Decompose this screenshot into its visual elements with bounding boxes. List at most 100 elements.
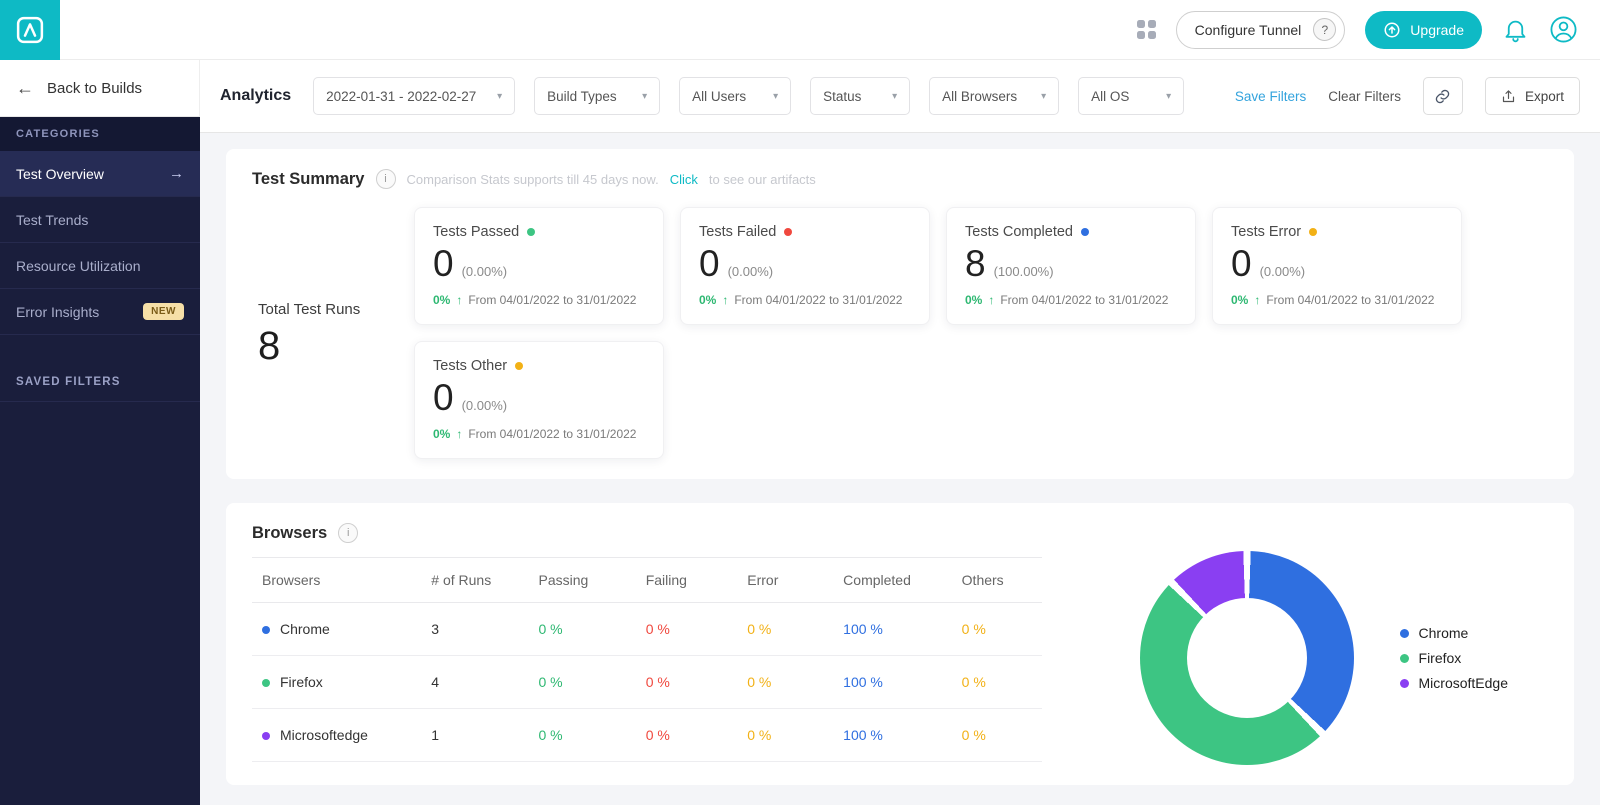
browsers-header: Browsers i — [252, 523, 1548, 543]
stat-value: 0 — [1231, 245, 1252, 284]
stat-card-label: Tests Other — [433, 358, 507, 374]
test-summary-card: Test Summary i Comparison Stats supports… — [226, 149, 1574, 479]
stat-footer: 0%↑From 04/01/2022 to 31/01/2022 — [433, 427, 645, 441]
topbar-actions: Configure Tunnel ? Upgrade — [1137, 11, 1600, 49]
users-filter[interactable]: All Users▾ — [679, 77, 791, 115]
stat-footer: 0%↑From 04/01/2022 to 31/01/2022 — [699, 293, 911, 307]
legend-dot — [1400, 679, 1409, 688]
delta-value: 0% — [433, 427, 450, 441]
chevron-down-icon: ▾ — [497, 91, 502, 102]
sidebar-item-label: Error Insights — [16, 304, 99, 320]
page-title: Analytics — [220, 87, 291, 105]
lambdatest-logo[interactable] — [0, 0, 60, 60]
cell-completed: 100 % — [833, 656, 952, 709]
info-icon[interactable]: i — [338, 523, 358, 543]
apps-grid-icon[interactable] — [1137, 20, 1156, 39]
date-range-text: From 04/01/2022 to 31/01/2022 — [1000, 293, 1168, 307]
notifications-bell-icon[interactable] — [1502, 16, 1529, 43]
sidebar: ← Back to Builds CATEGORIES Test Overvie… — [0, 60, 200, 805]
arrow-up-icon: ↑ — [722, 293, 728, 307]
os-filter[interactable]: All OS▾ — [1078, 77, 1184, 115]
build-types-filter[interactable]: Build Types ▾ — [534, 77, 660, 115]
date-range-text: From 04/01/2022 to 31/01/2022 — [1266, 293, 1434, 307]
date-range-text: From 04/01/2022 to 31/01/2022 — [734, 293, 902, 307]
delta-value: 0% — [1231, 293, 1248, 307]
stat-cards: Tests Passed0(0.00%)0%↑From 04/01/2022 t… — [414, 207, 1548, 459]
cell-browser: Microsoftedge — [252, 709, 421, 762]
status-dot — [784, 228, 792, 236]
stat-value-row: 8(100.00%) — [965, 245, 1177, 284]
cell-completed: 100 % — [833, 709, 952, 762]
browsers-card: Browsers i Browsers# of RunsPassingFaili… — [226, 503, 1574, 785]
export-button[interactable]: Export — [1485, 77, 1580, 115]
back-to-builds[interactable]: ← Back to Builds — [0, 60, 200, 117]
dropdown-value: Build Types — [547, 89, 617, 104]
browser-name: Firefox — [280, 674, 323, 690]
browsers-table-body: Chrome30 %0 %0 %100 %0 %Firefox40 %0 %0 … — [252, 603, 1042, 762]
cell-error: 0 % — [737, 656, 833, 709]
date-range-text: From 04/01/2022 to 31/01/2022 — [468, 293, 636, 307]
sidebar-item-test-trends[interactable]: Test Trends — [0, 197, 200, 243]
dropdown-value: 2022-01-31 - 2022-02-27 — [326, 89, 476, 104]
legend-item: MicrosoftEdge — [1400, 675, 1508, 691]
arrow-right-icon: → — [169, 165, 184, 182]
info-note-suffix: to see our artifacts — [709, 172, 816, 187]
stat-percent: (0.00%) — [728, 264, 774, 279]
stat-percent: (0.00%) — [1260, 264, 1306, 279]
column-header: Error — [737, 558, 833, 603]
stat-card-tests-completed: Tests Completed8(100.00%)0%↑From 04/01/2… — [946, 207, 1196, 325]
table-header-row: Browsers# of RunsPassingFailingErrorComp… — [252, 558, 1042, 603]
stat-percent: (100.00%) — [994, 264, 1054, 279]
legend-item: Firefox — [1400, 650, 1508, 666]
save-filters-link[interactable]: Save Filters — [1235, 89, 1306, 104]
cell-completed: 100 % — [833, 603, 952, 656]
stat-card-label: Tests Failed — [699, 224, 776, 240]
chevron-down-icon: ▾ — [642, 91, 647, 102]
column-header: # of Runs — [421, 558, 528, 603]
dropdown-value: Status — [823, 89, 861, 104]
browsers-filter[interactable]: All Browsers▾ — [929, 77, 1059, 115]
cell-failing: 0 % — [636, 603, 738, 656]
chevron-down-icon: ▾ — [773, 91, 778, 102]
sidebar-item-error-insights[interactable]: Error InsightsNEW — [0, 289, 200, 335]
sidebar-items: Test Overview→ Test Trends Resource Utiliz… — [0, 151, 200, 335]
filter-dropdowns: 2022-01-31 - 2022-02-27▾Build Types▾All … — [313, 77, 1184, 115]
configure-tunnel-button[interactable]: Configure Tunnel ? — [1176, 11, 1346, 49]
sidebar-item-resource-utilization[interactable]: Resource Utilization — [0, 243, 200, 289]
info-click-link[interactable]: Click — [670, 172, 698, 187]
cell-passing: 0 % — [528, 709, 635, 762]
export-icon — [1501, 89, 1516, 104]
stat-card-label: Tests Error — [1231, 224, 1301, 240]
browser-dot — [262, 679, 270, 687]
cell-others: 0 % — [952, 709, 1042, 762]
chart-legend: ChromeFirefoxMicrosoftEdge — [1400, 625, 1508, 691]
test-summary-body: Total Test Runs 8 Tests Passed0(0.00%)0%… — [252, 207, 1548, 459]
cell-error: 0 % — [737, 603, 833, 656]
sidebar-item-test-overview[interactable]: Test Overview→ — [0, 151, 200, 197]
browser-donut-chart[interactable] — [1140, 551, 1354, 765]
help-icon[interactable]: ? — [1313, 18, 1336, 41]
browser-name: Chrome — [280, 621, 330, 637]
upgrade-button[interactable]: Upgrade — [1365, 11, 1482, 49]
copy-link-button[interactable] — [1423, 77, 1463, 115]
stat-card-tests-passed: Tests Passed0(0.00%)0%↑From 04/01/2022 t… — [414, 207, 664, 325]
status-filter[interactable]: Status▾ — [810, 77, 910, 115]
stat-percent: (0.00%) — [462, 398, 508, 413]
arrow-up-icon: ↑ — [456, 427, 462, 441]
stat-value: 0 — [433, 379, 454, 418]
sidebar-item-label: Test Trends — [16, 212, 88, 228]
clear-filters-link[interactable]: Clear Filters — [1328, 89, 1401, 104]
stat-footer: 0%↑From 04/01/2022 to 31/01/2022 — [965, 293, 1177, 307]
cell-error: 0 % — [737, 709, 833, 762]
date-range-filter[interactable]: 2022-01-31 - 2022-02-27 ▾ — [313, 77, 515, 115]
total-test-runs-value: 8 — [258, 326, 414, 366]
cell-failing: 0 % — [636, 709, 738, 762]
user-avatar-icon[interactable] — [1549, 15, 1578, 44]
dropdown-value: All Browsers — [942, 89, 1017, 104]
stat-percent: (0.00%) — [462, 264, 508, 279]
info-icon[interactable]: i — [376, 169, 396, 189]
stat-card-title: Tests Error — [1231, 224, 1443, 240]
delta-value: 0% — [433, 293, 450, 307]
table-row: Firefox40 %0 %0 %100 %0 % — [252, 656, 1042, 709]
stat-card-tests-failed: Tests Failed0(0.00%)0%↑From 04/01/2022 t… — [680, 207, 930, 325]
